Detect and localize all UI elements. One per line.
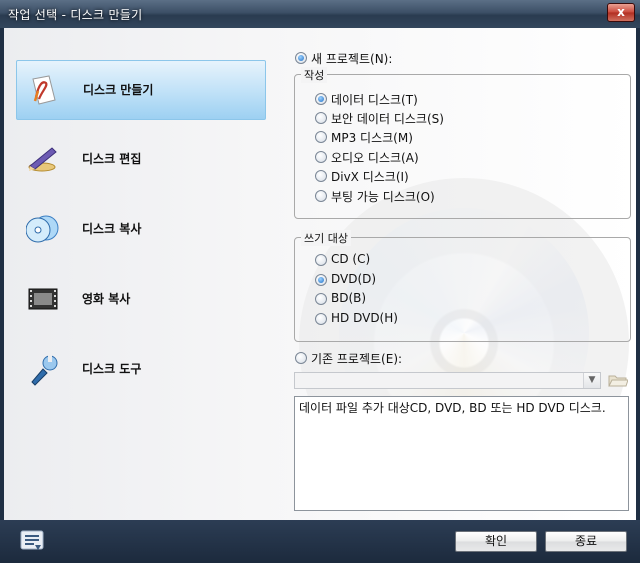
description-box: 데이터 파일 추가 대상CD, DVD, BD 또는 HD DVD 디스크. (294, 396, 629, 511)
new-project-radio[interactable] (295, 52, 307, 64)
chevron-down-icon[interactable]: ▼ (583, 373, 600, 388)
nav-item-edit-disc[interactable]: 디스크 편집 (16, 130, 264, 188)
window: 작업 선택 - 디스크 만들기 x 디스크 만들기 디스크 편집 디스크 복사 … (0, 0, 640, 563)
nav-item-film-copy[interactable]: 영화 복사 (16, 270, 264, 328)
edit-disc-icon (28, 147, 57, 172)
radio-hd-dvd[interactable] (315, 313, 327, 325)
radio-audio-disc[interactable] (315, 151, 327, 163)
nav-label-copy: 디스크 복사 (82, 222, 142, 236)
nav-item-disc-tools[interactable]: 디스크 도구 (16, 340, 264, 398)
radio-mp3-disc[interactable] (315, 131, 327, 143)
close-icon: x (617, 5, 625, 19)
nav-label-film: 영화 복사 (82, 292, 131, 306)
folder-browse-icon[interactable] (608, 372, 628, 388)
existing-project-combo[interactable]: ▼ (294, 372, 601, 389)
nav-label-edit: 디스크 편집 (82, 152, 142, 166)
bottom-bar: 확인 종료 (0, 520, 640, 563)
target-group-title: 쓰기 대상 (301, 230, 351, 246)
nav-label-create: 디스크 만들기 (83, 83, 154, 97)
existing-project-radio[interactable] (295, 352, 307, 364)
label-hd-dvd: HD DVD(H) (331, 311, 398, 325)
film-copy-icon (28, 288, 58, 310)
ok-button[interactable]: 확인 (455, 531, 537, 552)
label-secure-data-disc: 보안 데이터 디스크(S) (331, 112, 444, 126)
options-menu-icon[interactable] (20, 530, 44, 552)
radio-divx-disc[interactable] (315, 170, 327, 182)
label-dvd: DVD(D) (331, 272, 377, 286)
compose-group-title: 작성 (301, 67, 328, 83)
nav-item-create-disc[interactable]: 디스크 만들기 (16, 60, 266, 120)
radio-secure-data-disc[interactable] (315, 112, 327, 124)
radio-cd[interactable] (315, 254, 327, 266)
label-bd: BD(B) (331, 291, 367, 305)
title-bar[interactable]: 작업 선택 - 디스크 만들기 x (0, 0, 640, 28)
label-divx-disc: DivX 디스크(I) (331, 170, 409, 184)
new-project-label: 새 프로젝트(N): (311, 52, 393, 66)
radio-data-disc[interactable] (315, 93, 327, 105)
label-cd: CD (C) (331, 252, 371, 266)
copy-disc-icon (26, 215, 59, 243)
client-area: 디스크 만들기 디스크 편집 디스크 복사 영화 복사 디스크 도구 새 프로젝… (4, 28, 636, 520)
label-bootable-disc: 부팅 가능 디스크(O) (331, 190, 435, 204)
exit-button[interactable]: 종료 (545, 531, 627, 552)
label-data-disc: 데이터 디스크(T) (331, 93, 418, 107)
radio-bootable-disc[interactable] (315, 190, 327, 202)
existing-project-label: 기존 프로젝트(E): (311, 352, 403, 366)
radio-dvd[interactable] (315, 274, 327, 286)
close-button[interactable]: x (607, 3, 635, 22)
label-audio-disc: 오디오 디스크(A) (331, 151, 419, 165)
create-disc-icon (32, 75, 56, 105)
window-title: 작업 선택 - 디스크 만들기 (8, 8, 143, 22)
nav-item-copy-disc[interactable]: 디스크 복사 (16, 200, 264, 258)
label-mp3-disc: MP3 디스크(M) (331, 131, 413, 145)
radio-bd[interactable] (315, 293, 327, 305)
disc-tools-icon (31, 355, 58, 386)
nav-label-tools: 디스크 도구 (82, 362, 142, 376)
